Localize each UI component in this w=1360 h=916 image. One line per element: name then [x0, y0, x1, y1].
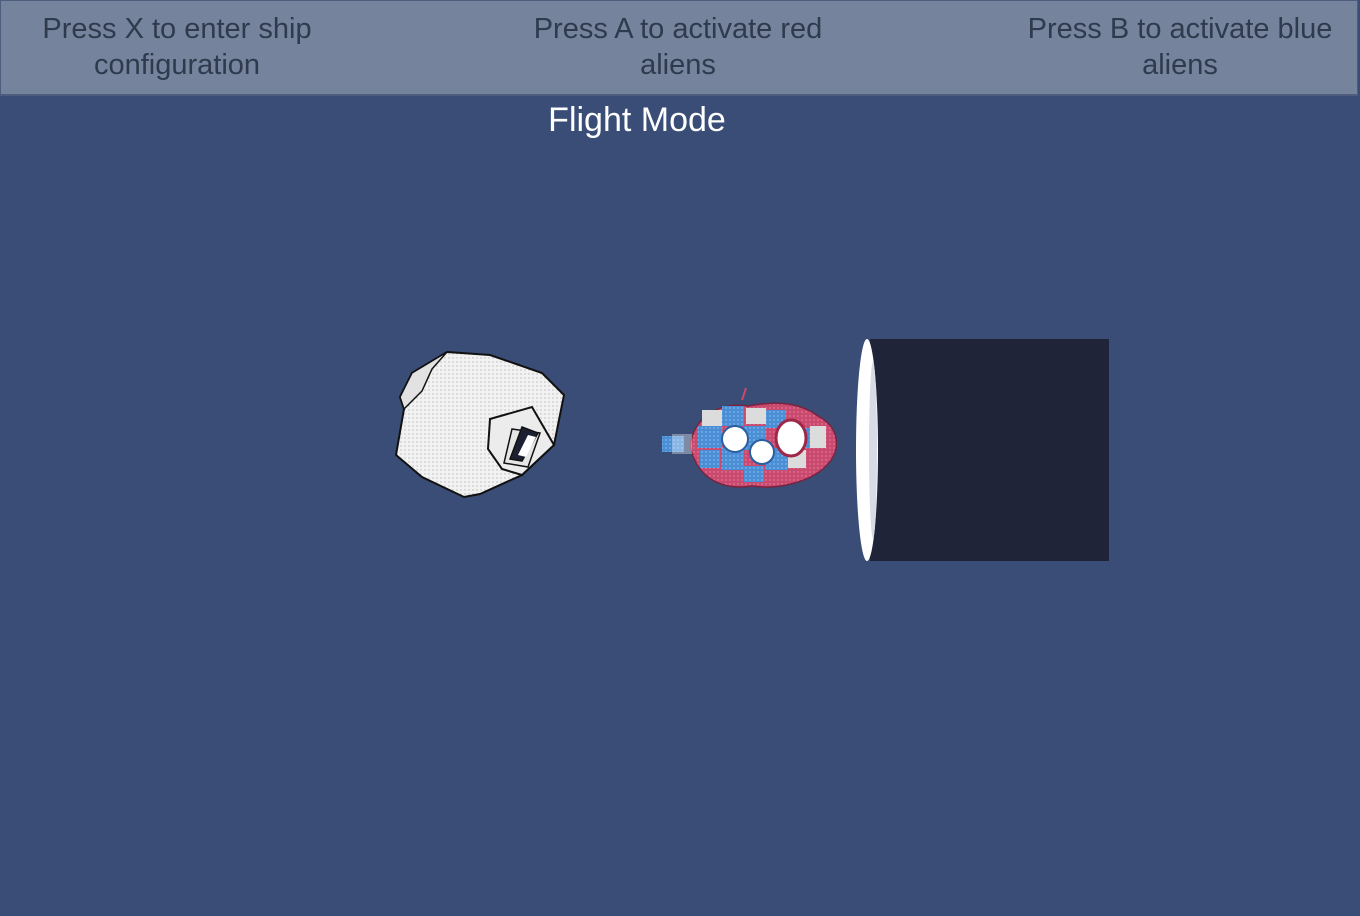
alien-ship-icon[interactable]	[660, 386, 845, 496]
blue-aliens-hint: Press B to activate blue aliens	[1027, 13, 1333, 81]
ship-configuration-hint: Press X to enter ship configuration	[42, 13, 312, 81]
game-canvas[interactable]: Press X to enter ship configuration Pres…	[0, 0, 1360, 916]
red-aliens-hint: Press A to activate red aliens	[533, 13, 823, 81]
portal-icon	[852, 336, 1112, 564]
asteroid-icon	[392, 349, 568, 501]
hud-bar: Press X to enter ship configuration Pres…	[0, 0, 1358, 96]
flight-mode-label: Flight Mode	[548, 101, 726, 139]
